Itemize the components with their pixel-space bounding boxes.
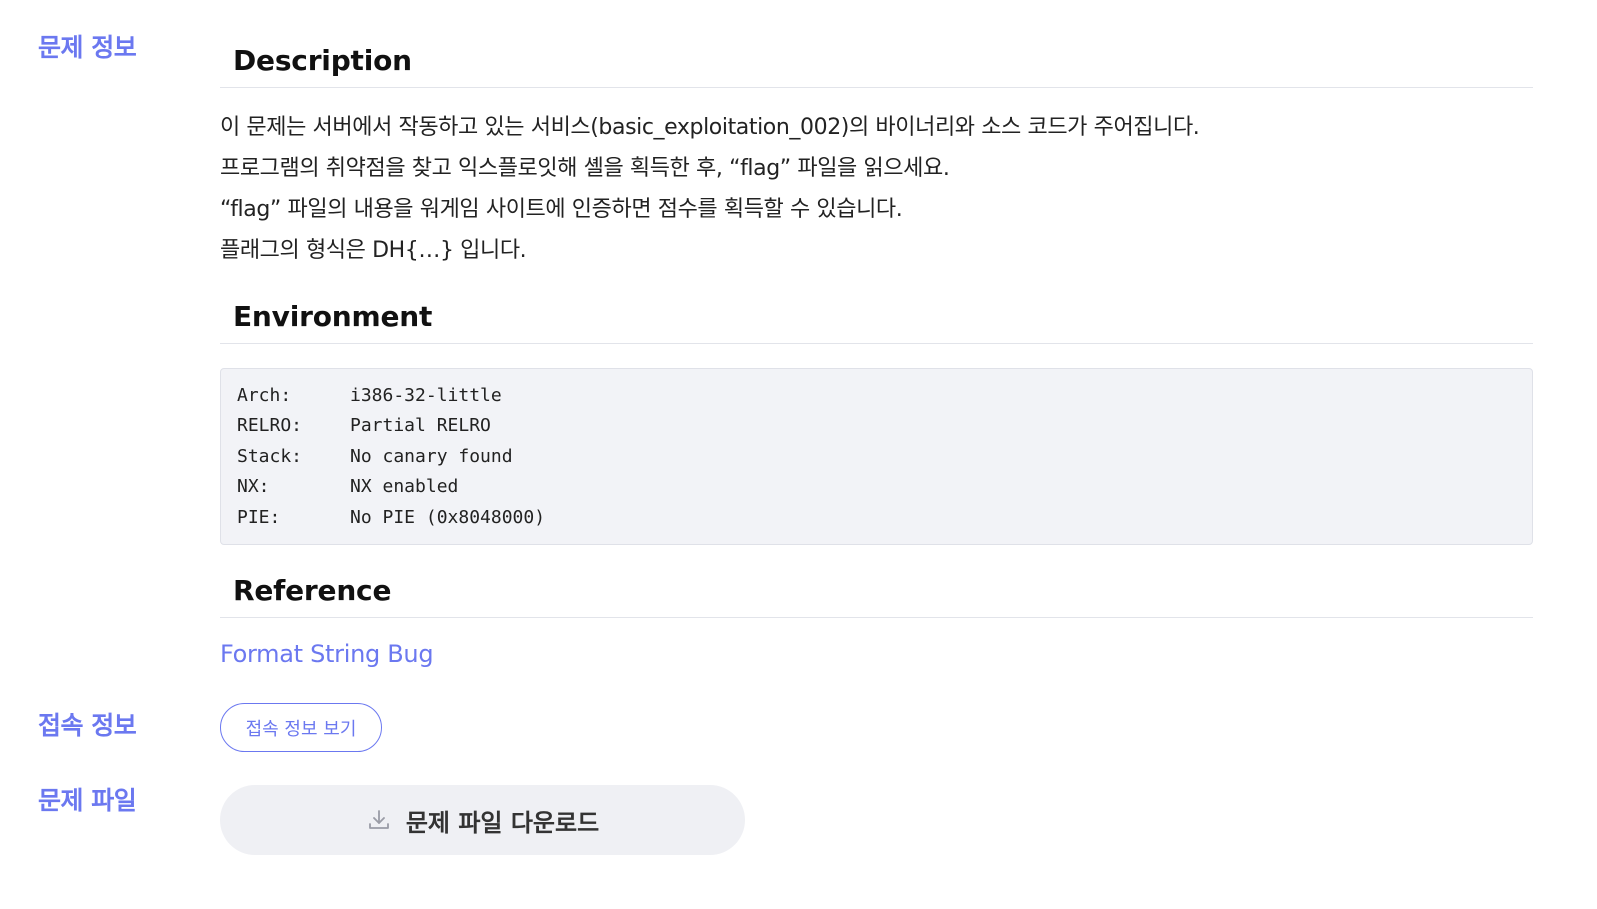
reference-section: Reference Format String Bug: [220, 574, 1533, 668]
description-line: “flag” 파일의 내용을 워게임 사이트에 인증하면 점수를 획득할 수 있…: [220, 197, 903, 222]
env-key: RELRO:: [237, 415, 303, 437]
reference-link[interactable]: Format String Bug: [220, 640, 434, 668]
environment-code-block: Arch: i386-32-little RELRO: Partial RELR…: [220, 368, 1533, 545]
env-key: Stack:: [237, 445, 303, 467]
download-button-label: 문제 파일 다운로드: [405, 808, 600, 837]
env-row-relro: RELRO: Partial RELRO: [237, 411, 1516, 442]
env-value: No canary found: [350, 445, 513, 467]
view-connection-info-button[interactable]: 접속 정보 보기: [220, 703, 382, 752]
download-file-button[interactable]: 문제 파일 다운로드: [220, 785, 745, 855]
environment-heading: Environment: [220, 300, 1533, 344]
description-line: 플래그의 형식은 DH{…} 입니다.: [220, 238, 527, 263]
description-line: 프로그램의 취약점을 찾고 익스플로잇해 셸을 획득한 후, “flag” 파일…: [220, 156, 950, 181]
problem-info-label: 문제 정보: [38, 33, 137, 62]
download-icon: [366, 807, 392, 833]
description-line: 이 문제는 서버에서 작동하고 있는 서비스(basic_exploitatio…: [220, 115, 1200, 140]
env-value: i386-32-little: [350, 384, 502, 406]
env-key: NX:: [237, 476, 270, 498]
env-key: PIE:: [237, 506, 281, 528]
description-body: 이 문제는 서버에서 작동하고 있는 서비스(basic_exploitatio…: [220, 88, 1533, 271]
connection-info-label: 접속 정보: [38, 711, 137, 740]
problem-file-label: 문제 파일: [38, 786, 137, 815]
env-key: Arch:: [237, 384, 292, 406]
reference-heading: Reference: [220, 574, 1533, 618]
description-section: Description 이 문제는 서버에서 작동하고 있는 서비스(basic…: [220, 44, 1533, 271]
env-row-nx: NX: NX enabled: [237, 472, 1516, 503]
env-row-arch: Arch: i386-32-little: [237, 380, 1516, 411]
description-heading: Description: [220, 44, 1533, 88]
env-value: No PIE (0x8048000): [350, 506, 546, 528]
environment-section: Environment Arch: i386-32-little RELRO: …: [220, 300, 1533, 545]
env-row-pie: PIE: No PIE (0x8048000): [237, 502, 1516, 533]
env-value: NX enabled: [350, 476, 459, 498]
env-row-stack: Stack: No canary found: [237, 441, 1516, 472]
env-value: Partial RELRO: [350, 415, 491, 437]
